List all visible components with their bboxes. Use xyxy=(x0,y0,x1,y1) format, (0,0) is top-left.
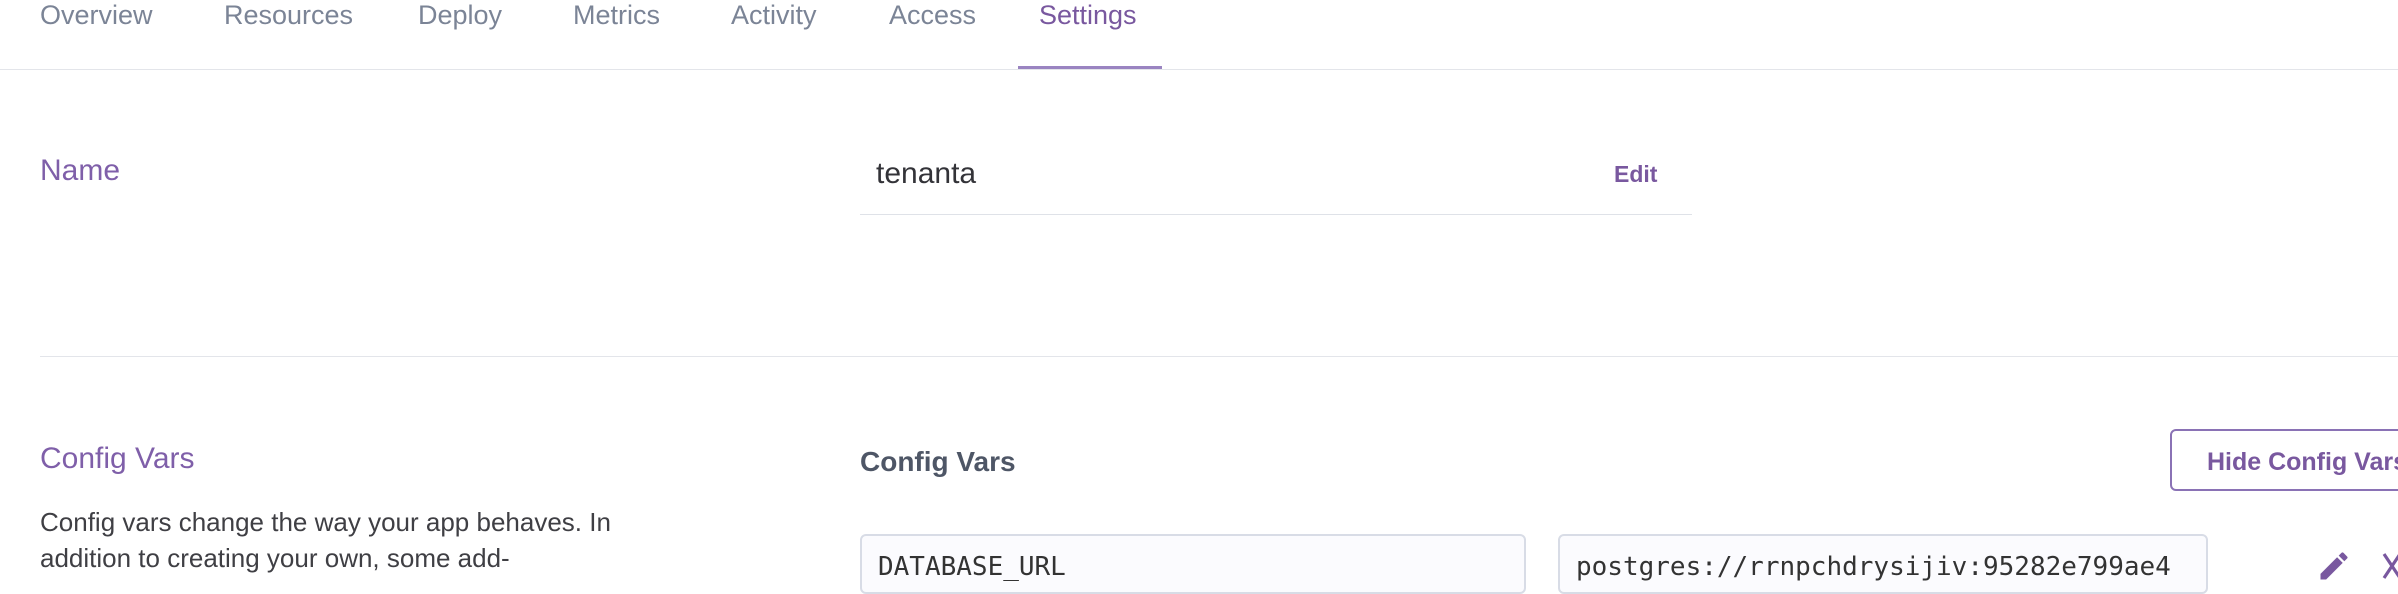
name-field-underline xyxy=(860,214,1692,215)
app-name-value: tenanta xyxy=(876,157,977,190)
hide-config-vars-button[interactable]: Hide Config Vars xyxy=(2170,429,2398,491)
active-tab-indicator xyxy=(1018,66,1162,69)
app-tabs: Overview Resources Deploy Metrics Activi… xyxy=(0,0,2398,70)
config-var-key-input[interactable]: DATABASE_URL xyxy=(860,534,1526,594)
edit-name-button[interactable]: Edit xyxy=(1614,161,1657,188)
tab-deploy[interactable]: Deploy xyxy=(418,0,502,31)
tab-metrics[interactable]: Metrics xyxy=(573,0,660,31)
tab-settings[interactable]: Settings xyxy=(1039,0,1137,31)
config-vars-section-title: Config Vars xyxy=(40,442,195,475)
config-vars-heading: Config Vars xyxy=(860,446,1016,477)
config-var-value-input[interactable]: postgres://rrnpchdrysijiv:95282e799ae4 xyxy=(1558,534,2208,594)
tab-activity[interactable]: Activity xyxy=(731,0,817,31)
tab-access[interactable]: Access xyxy=(889,0,976,31)
config-vars-description: Config vars change the way your app beha… xyxy=(40,507,611,573)
name-section-title: Name xyxy=(40,154,121,187)
tab-overview[interactable]: Overview xyxy=(40,0,153,31)
pencil-icon[interactable] xyxy=(2316,548,2352,584)
tab-resources[interactable]: Resources xyxy=(224,0,353,31)
section-divider xyxy=(40,356,2398,357)
